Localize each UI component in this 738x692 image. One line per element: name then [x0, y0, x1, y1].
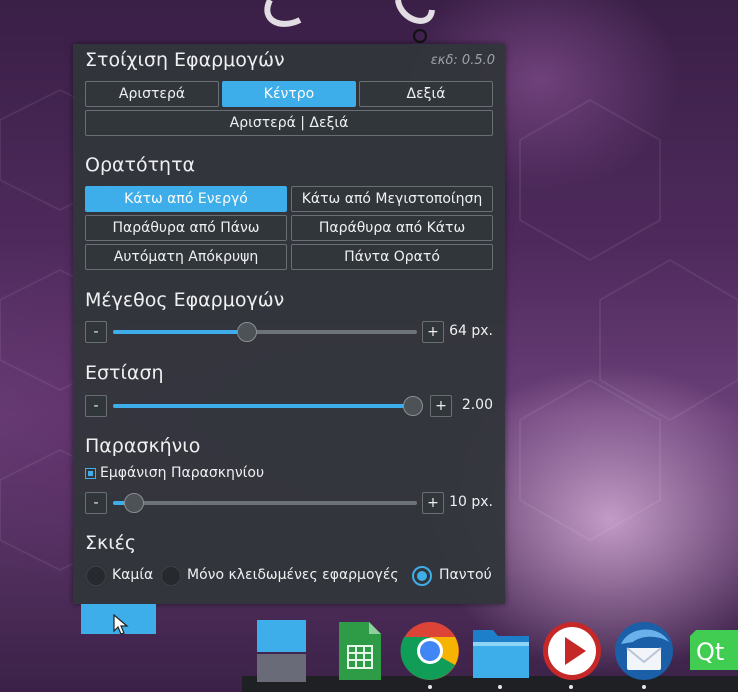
visibility-title: Ορατότητα — [85, 154, 196, 176]
zoom-value: 2.00 — [461, 397, 493, 413]
align-right-button[interactable]: Δεξιά — [359, 81, 493, 107]
shadows-everywhere-label[interactable]: Παντού — [439, 567, 492, 583]
window-list-icon[interactable] — [257, 620, 306, 682]
thunderbird-icon[interactable] — [613, 620, 675, 682]
alignment-title: Στοίχιση Εφαρμογών — [85, 49, 285, 71]
visibility-below-maximized-button[interactable]: Κάτω από Μεγιστοποίηση — [291, 186, 493, 212]
background-minus-button[interactable]: - — [85, 492, 107, 514]
shadows-none-radio[interactable] — [86, 566, 106, 586]
version-label: εκδ: 0.5.0 — [430, 53, 495, 68]
icon-size-slider-fill — [113, 330, 247, 334]
show-background-label[interactable]: Εμφάνιση Παρασκηνίου — [100, 465, 264, 481]
shadows-none-label[interactable]: Καμία — [112, 567, 153, 583]
zoom-slider[interactable] — [113, 396, 423, 416]
icon-size-minus-button[interactable]: - — [85, 321, 107, 343]
visibility-always-visible-button[interactable]: Πάντα Ορατό — [291, 244, 493, 270]
running-indicator — [428, 685, 432, 689]
background-title: Παρασκήνιο — [85, 435, 201, 457]
qt-icon-text: Qt — [696, 638, 724, 666]
running-indicator — [569, 685, 573, 689]
background-slider-handle[interactable] — [124, 493, 145, 513]
mouse-cursor-icon — [113, 614, 129, 635]
zoom-minus-button[interactable]: - — [85, 395, 107, 417]
shadows-title: Σκιές — [85, 532, 137, 554]
align-left-button[interactable]: Αριστερά — [85, 81, 219, 107]
media-player-icon[interactable] — [542, 621, 602, 681]
visibility-windows-above-button[interactable]: Παράθυρα από Πάνω — [85, 215, 287, 241]
running-indicator — [498, 685, 502, 689]
shadows-locked-radio[interactable] — [161, 566, 181, 586]
running-indicator — [642, 685, 646, 689]
align-justify-button[interactable]: Αριστερά | Δεξιά — [85, 110, 493, 136]
icon-size-value: 64 px. — [449, 323, 493, 339]
show-background-checkbox[interactable] — [85, 468, 96, 479]
zoom-slider-handle[interactable] — [403, 396, 423, 416]
shadows-locked-label[interactable]: Μόνο κλειδωμένες εφαρμογές — [187, 567, 399, 583]
visibility-autohide-button[interactable]: Αυτόματη Απόκρυψη — [85, 244, 287, 270]
zoom-title: Εστίαση — [85, 362, 164, 384]
align-center-button[interactable]: Κέντρο — [222, 81, 356, 107]
settings-panel: Στοίχιση Εφαρμογών εκδ: 0.5.0 Αριστερά Κ… — [73, 44, 505, 604]
chrome-icon[interactable] — [400, 621, 460, 681]
icon-size-title: Μέγεθος Εφαρμογών — [85, 289, 285, 311]
icon-size-slider[interactable] — [113, 322, 417, 342]
visibility-below-active-button[interactable]: Κάτω από Ενεργό — [85, 186, 287, 212]
spreadsheet-icon[interactable] — [337, 622, 383, 680]
visibility-windows-below-button[interactable]: Παράθυρα από Κάτω — [291, 215, 493, 241]
folder-icon[interactable] — [471, 624, 531, 680]
icon-size-slider-handle[interactable] — [236, 322, 257, 342]
shadows-everywhere-radio[interactable] — [412, 566, 432, 586]
background-value: 10 px. — [449, 494, 493, 510]
zoom-slider-fill — [113, 404, 413, 408]
qt-icon[interactable]: Qt — [690, 630, 738, 670]
background-slider[interactable] — [113, 493, 417, 513]
